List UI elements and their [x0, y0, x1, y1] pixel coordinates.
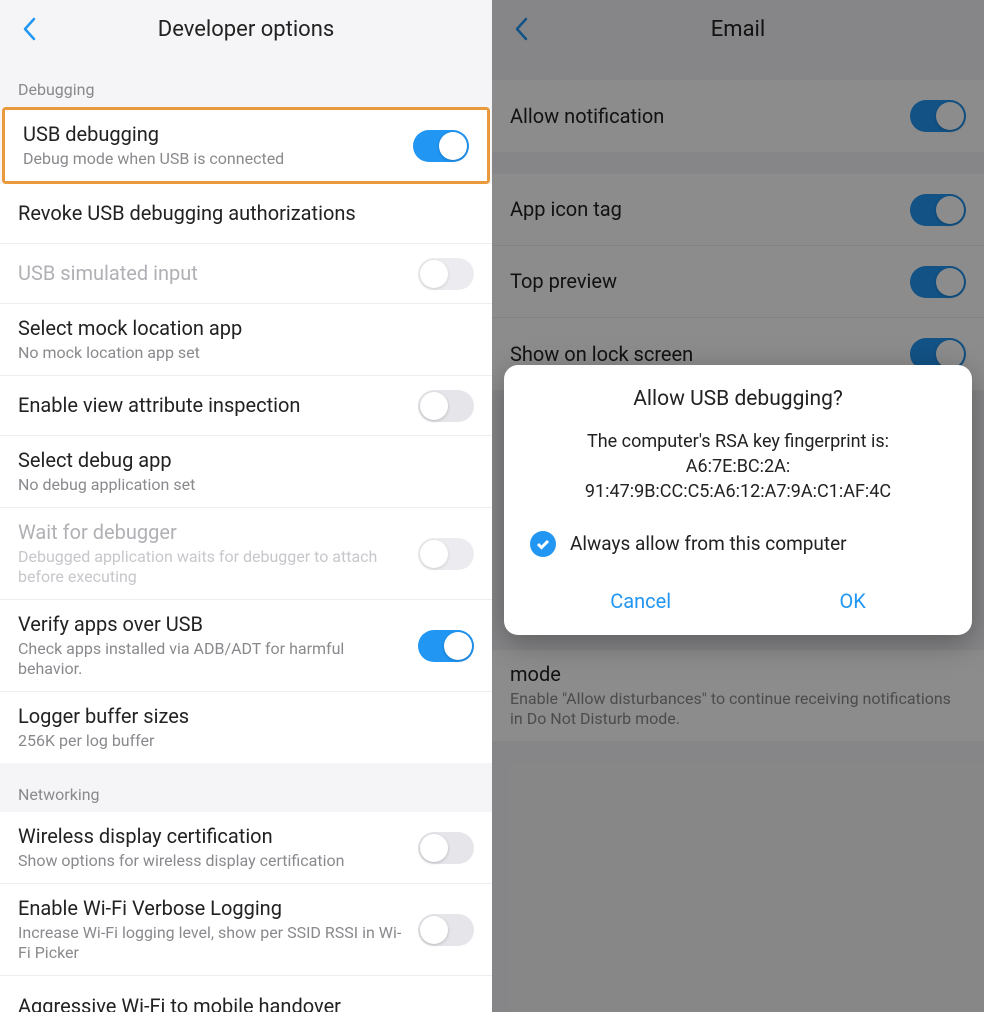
checkbox-label: Always allow from this computer: [570, 532, 847, 555]
row-wait-debugger: Wait for debugger Debugged application w…: [0, 508, 492, 600]
cancel-button[interactable]: Cancel: [586, 581, 695, 621]
dialog-checkbox-row[interactable]: Always allow from this computer: [526, 525, 950, 575]
dialog-body-line: 91:47:9B:CC:C5:A6:12:A7:9A:C1:AF:4C: [526, 479, 950, 504]
row-debug-app[interactable]: Select debug app No debug application se…: [0, 436, 492, 508]
row-title: Aggressive Wi-Fi to mobile handover: [18, 994, 462, 1012]
row-subtitle: Show options for wireless display certif…: [18, 851, 406, 871]
toggle-view-attribute[interactable]: [418, 390, 474, 422]
dialog-body-line: The computer's RSA key fingerprint is:: [526, 429, 950, 454]
row-title: Revoke USB debugging authorizations: [18, 201, 462, 226]
always-allow-checkbox[interactable]: [530, 531, 556, 557]
row-wireless-cert[interactable]: Wireless display certification Show opti…: [0, 812, 492, 884]
usb-debugging-highlight: USB debugging Debug mode when USB is con…: [2, 107, 490, 184]
section-label-debugging: Debugging: [0, 58, 492, 107]
usb-debugging-dialog: Allow USB debugging? The computer's RSA …: [504, 365, 972, 635]
developer-options-screen: Developer options Debugging USB debuggin…: [0, 0, 492, 1012]
row-subtitle: 256K per log buffer: [18, 731, 462, 751]
toggle-usb-debugging[interactable]: [413, 130, 469, 162]
row-subtitle: Increase Wi-Fi logging level, show per S…: [18, 923, 406, 963]
row-revoke-auth[interactable]: Revoke USB debugging authorizations: [0, 184, 492, 244]
back-button[interactable]: [14, 14, 44, 44]
ok-button[interactable]: OK: [815, 581, 889, 621]
row-subtitle: No debug application set: [18, 475, 462, 495]
toggle-wait-debugger: [418, 538, 474, 570]
row-title: Enable Wi-Fi Verbose Logging: [18, 896, 406, 921]
row-subtitle: Debugged application waits for debugger …: [18, 547, 406, 587]
dialog-title: Allow USB debugging?: [526, 387, 950, 411]
toggle-usb-simulated: [418, 258, 474, 290]
dialog-actions: Cancel OK: [526, 575, 950, 621]
dialog-body-line: A6:7E:BC:2A:: [526, 454, 950, 479]
row-subtitle: Debug mode when USB is connected: [23, 149, 401, 169]
row-logger-buffer[interactable]: Logger buffer sizes 256K per log buffer: [0, 692, 492, 763]
row-usb-simulated: USB simulated input: [0, 244, 492, 304]
toggle-wireless-cert[interactable]: [418, 832, 474, 864]
header: Developer options: [0, 0, 492, 58]
page-title: Developer options: [158, 17, 334, 42]
dialog-body: The computer's RSA key fingerprint is: A…: [526, 429, 950, 505]
row-subtitle: Check apps installed via ADB/ADT for har…: [18, 639, 406, 679]
row-wifi-verbose[interactable]: Enable Wi-Fi Verbose Logging Increase Wi…: [0, 884, 492, 976]
row-title: USB debugging: [23, 122, 401, 147]
row-title: Select mock location app: [18, 316, 462, 341]
email-settings-screen: Email Allow notification App icon tag To…: [492, 0, 984, 1012]
row-verify-apps[interactable]: Verify apps over USB Check apps installe…: [0, 600, 492, 692]
chevron-left-icon: [22, 17, 36, 41]
row-title: Select debug app: [18, 448, 462, 473]
row-aggressive-wifi[interactable]: Aggressive Wi-Fi to mobile handover: [0, 976, 492, 1012]
check-icon: [535, 536, 551, 552]
row-title: Wireless display certification: [18, 824, 406, 849]
row-mock-location[interactable]: Select mock location app No mock locatio…: [0, 304, 492, 376]
row-view-attribute[interactable]: Enable view attribute inspection: [0, 376, 492, 436]
section-label-networking: Networking: [0, 763, 492, 812]
row-usb-debugging[interactable]: USB debugging Debug mode when USB is con…: [5, 110, 487, 181]
row-title: Logger buffer sizes: [18, 704, 462, 729]
row-title: Enable view attribute inspection: [18, 393, 406, 418]
row-title: USB simulated input: [18, 261, 406, 286]
row-subtitle: No mock location app set: [18, 343, 462, 363]
row-title: Verify apps over USB: [18, 612, 406, 637]
row-title: Wait for debugger: [18, 520, 406, 545]
toggle-wifi-verbose[interactable]: [418, 914, 474, 946]
toggle-verify-apps[interactable]: [418, 630, 474, 662]
